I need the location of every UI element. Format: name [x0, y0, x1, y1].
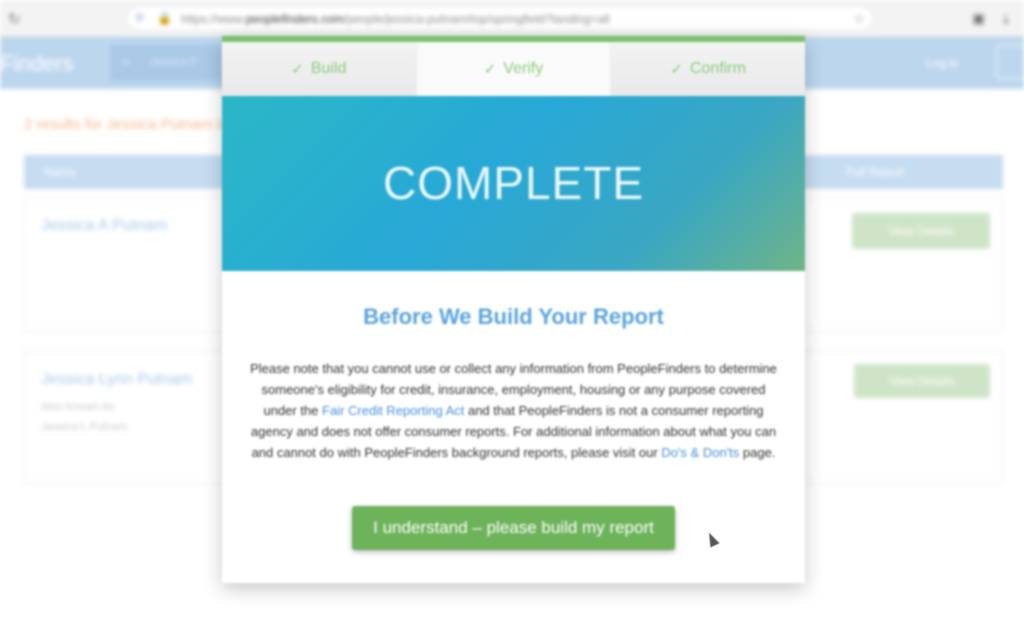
extensions-icon[interactable]: ▣	[972, 10, 985, 27]
complete-banner: COMPLETE	[222, 96, 805, 271]
address-bar[interactable]: ⛨ 🔒 https://www.peoplefinders.com/people…	[126, 6, 874, 31]
step-build: ✓ Build	[222, 42, 417, 96]
checkmark-icon: ✓	[670, 61, 683, 78]
dos-and-donts-link[interactable]: Do's & Don'ts	[661, 445, 739, 460]
browser-toolbar: ↻ ⛨ 🔒 https://www.peoplefinders.com/peop…	[0, 0, 1024, 37]
reload-icon[interactable]: ↻	[8, 10, 21, 28]
result-name-link[interactable]: Jessica Lynn Putnam	[41, 371, 192, 389]
step-label: Verify	[503, 60, 544, 77]
url-text[interactable]: https://www.peoplefinders.com/people/jes…	[181, 12, 610, 26]
search-icon: ⌕	[122, 53, 131, 70]
menu-button[interactable]	[996, 45, 1024, 79]
url-path: /people/jessica-putnam/top/springfield?l…	[343, 12, 610, 26]
report-modal: ✓ Build ✓ Verify ✓ Confirm COMPLETE Befo…	[222, 36, 805, 583]
column-header-name: Name	[44, 165, 77, 179]
view-details-button[interactable]: View Details	[854, 364, 990, 398]
shield-icon[interactable]: ⛨	[135, 11, 144, 26]
checkmark-icon: ✓	[291, 61, 304, 78]
site-search-input[interactable]: Jessica P	[150, 56, 197, 68]
step-label: Build	[310, 60, 347, 77]
result-detail-line: Jessica L Putnam	[41, 421, 128, 433]
modal-disclaimer: Please note that you cannot use or colle…	[246, 358, 781, 463]
build-report-button[interactable]: I understand – please build my report	[352, 506, 675, 550]
step-label: Confirm	[689, 60, 746, 77]
site-logo[interactable]: Finders	[0, 51, 73, 77]
login-link[interactable]: Log in	[926, 56, 959, 70]
fcra-link[interactable]: Fair Credit Reporting Act	[322, 403, 464, 418]
lock-icon[interactable]: 🔒	[157, 11, 172, 25]
star-icon[interactable]: ☆	[853, 11, 865, 27]
url-domain: peoplefinders.com	[245, 12, 344, 26]
url-prefix: https://www.	[181, 12, 246, 26]
column-header-report: Full Report	[846, 165, 905, 179]
disclaimer-text: page.	[739, 445, 776, 460]
result-name-link[interactable]: Jessica A Putnam	[41, 217, 167, 235]
modal-heading: Before We Build Your Report	[363, 304, 664, 329]
result-detail-line: Also Known As	[41, 401, 115, 413]
progress-steps: ✓ Build ✓ Verify ✓ Confirm	[222, 42, 805, 96]
view-details-button[interactable]: View Details	[852, 213, 990, 249]
banner-text: COMPLETE	[382, 157, 645, 209]
checkmark-icon: ✓	[483, 61, 497, 78]
step-confirm: ✓ Confirm	[611, 42, 805, 96]
step-verify: ✓ Verify	[416, 42, 612, 96]
download-icon[interactable]: ⤓	[1003, 10, 1009, 27]
site-search-box[interactable]: ⌕ Jessica P	[110, 45, 222, 81]
